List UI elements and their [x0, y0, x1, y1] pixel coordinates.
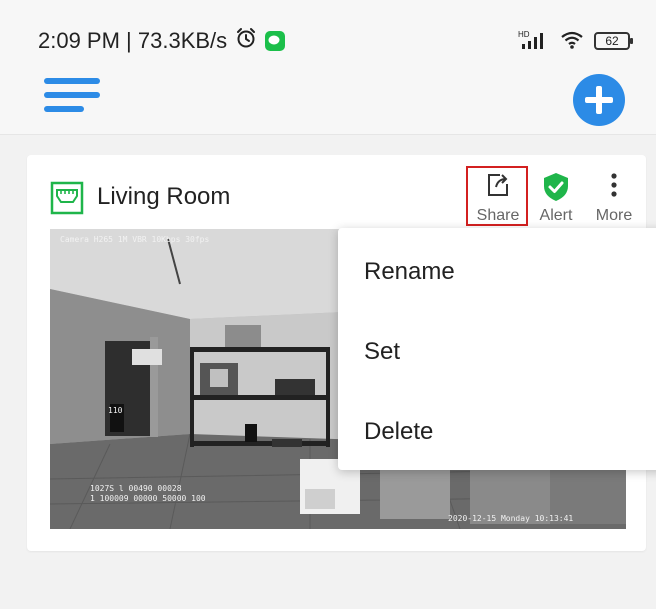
status-time: 2:09 PM | 73.3KB/s — [38, 28, 228, 53]
cellular-signal-icon: HD — [518, 29, 550, 54]
hamburger-menu-icon[interactable] — [44, 78, 102, 118]
video-osd-timestamp: 2020-12-15 Monday 10:13:41 — [448, 514, 573, 523]
battery-indicator: 62 — [594, 32, 633, 50]
alarm-clock-icon — [235, 27, 257, 55]
alert-label: Alert — [539, 207, 573, 224]
share-label: Share — [476, 207, 520, 224]
wifi-icon — [560, 30, 584, 53]
camera-device-icon — [50, 181, 84, 215]
more-vertical-icon — [609, 171, 619, 204]
share-icon — [484, 171, 512, 204]
menu-item-set[interactable]: Set — [364, 338, 400, 366]
menu-item-delete[interactable]: Delete — [364, 418, 433, 446]
video-box-label: 110 — [108, 406, 123, 415]
add-device-button[interactable] — [573, 74, 625, 126]
more-label: More — [595, 207, 633, 224]
share-button[interactable]: Share — [468, 165, 528, 227]
more-options-menu: Rename Set Delete — [338, 228, 656, 470]
device-name[interactable]: Living Room — [97, 183, 230, 211]
video-osd-line2: 1 100009 00000 50000 100 — [90, 494, 206, 503]
wechat-notification-icon — [265, 31, 286, 51]
video-osd-top: Camera H265 1M VBR 10Kbps 30fps — [60, 235, 209, 244]
shield-check-icon — [541, 171, 571, 208]
top-app-bar: 2:09 PM | 73.3KB/s HD 62 — [0, 0, 656, 135]
alert-button[interactable]: Alert — [526, 165, 586, 227]
status-bar: 2:09 PM | 73.3KB/s HD 62 — [38, 24, 633, 58]
video-osd-line1: 1027S l 00490 00028 — [90, 484, 182, 493]
more-button[interactable]: More — [584, 165, 644, 227]
menu-item-rename[interactable]: Rename — [364, 258, 455, 286]
svg-text:HD: HD — [518, 30, 530, 39]
plus-icon — [585, 86, 613, 114]
